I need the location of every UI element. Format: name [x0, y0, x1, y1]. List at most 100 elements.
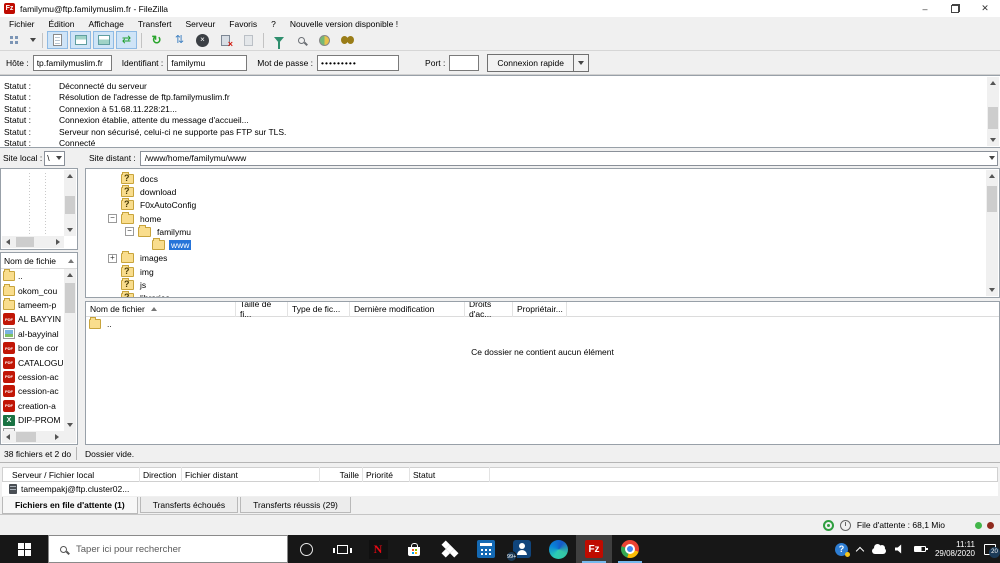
site-manager-dropdown-button[interactable]: [27, 31, 38, 49]
scroll-left-arrow[interactable]: [2, 431, 14, 443]
menu-item[interactable]: Favoris: [222, 19, 264, 29]
refresh-button[interactable]: ↻: [146, 31, 167, 49]
microsoft-store-button[interactable]: [396, 535, 432, 563]
task-view-button[interactable]: [324, 535, 360, 563]
column-header[interactable]: Taille de fi...: [236, 302, 288, 319]
edge-button[interactable]: [540, 535, 576, 563]
queue-column-header[interactable]: Serveur / Fichier local: [9, 467, 140, 482]
menu-item[interactable]: Fichier: [2, 19, 42, 29]
column-header[interactable]: Dernière modification: [350, 302, 465, 317]
netflix-button[interactable]: N: [360, 535, 396, 563]
queue-settings-icon[interactable]: [822, 519, 834, 531]
queue-tab[interactable]: Fichiers en file d'attente (1): [2, 497, 138, 514]
local-file-row[interactable]: creation-a: [1, 399, 65, 413]
remote-tree-item[interactable]: familymu: [86, 224, 999, 238]
vertical-splitter[interactable]: [78, 168, 85, 445]
cancel-button[interactable]: ×: [192, 31, 213, 49]
menu-item[interactable]: Édition: [42, 19, 82, 29]
cortana-button[interactable]: [288, 535, 324, 563]
scroll-up-arrow[interactable]: [64, 269, 76, 281]
scroll-thumb[interactable]: [65, 196, 75, 214]
notification-center-icon[interactable]: 20: [984, 543, 1000, 558]
local-file-row[interactable]: ..: [1, 269, 65, 283]
local-list-hscrollbar[interactable]: [2, 431, 76, 443]
remote-tree-item[interactable]: docs: [86, 171, 999, 185]
scroll-down-arrow[interactable]: [987, 134, 999, 146]
scroll-thumb[interactable]: [16, 432, 36, 442]
tree-expander[interactable]: [125, 227, 134, 237]
password-input[interactable]: [317, 54, 400, 71]
scroll-up-arrow[interactable]: [987, 77, 999, 89]
scroll-right-arrow[interactable]: [52, 236, 64, 248]
site-manager-button[interactable]: [4, 31, 25, 49]
scroll-down-arrow[interactable]: [986, 284, 998, 296]
filezilla-taskbar-button[interactable]: Fz: [576, 535, 612, 563]
battery-icon[interactable]: [913, 546, 928, 552]
scroll-thumb[interactable]: [988, 107, 998, 129]
local-tree-hscrollbar[interactable]: [2, 236, 64, 248]
scroll-up-arrow[interactable]: [986, 170, 998, 182]
quickconnect-dropdown-button[interactable]: [574, 53, 589, 72]
local-file-row[interactable]: al-bayyinal: [1, 327, 65, 341]
scroll-down-arrow[interactable]: [64, 224, 76, 236]
toggle-message-log-button[interactable]: [47, 31, 68, 49]
parent-directory-row[interactable]: ..: [86, 317, 999, 331]
column-header[interactable]: Droits d'ac...: [465, 302, 513, 319]
local-file-row[interactable]: okom_cou: [1, 283, 65, 297]
queue-column-header[interactable]: Direction: [140, 467, 182, 482]
remote-tree-item[interactable]: js: [86, 278, 999, 291]
speed-limits-icon[interactable]: [839, 519, 851, 531]
close-button[interactable]: ✕: [970, 0, 1000, 17]
reconnect-button[interactable]: [238, 31, 259, 49]
remote-tree-item[interactable]: F0xAutoConfig: [86, 198, 999, 212]
volume-icon[interactable]: [894, 544, 902, 554]
menu-item[interactable]: Serveur: [179, 19, 223, 29]
local-file-row[interactable]: cession-ac: [1, 370, 65, 384]
local-file-row[interactable]: CATALOGU: [1, 355, 65, 369]
column-name-header[interactable]: Nom de fichie: [4, 256, 56, 266]
local-file-row[interactable]: cession-ac: [1, 384, 65, 398]
log-scrollbar[interactable]: [987, 77, 999, 146]
scroll-right-arrow[interactable]: [51, 431, 63, 443]
clock[interactable]: 11:11 29/08/2020: [935, 540, 975, 559]
queue-column-header[interactable]: Taille: [320, 467, 363, 482]
column-header[interactable]: Nom de fichier: [86, 302, 236, 317]
filter-button[interactable]: [268, 31, 289, 49]
menu-item[interactable]: ?: [264, 19, 283, 29]
queue-column-header[interactable]: Fichier distant: [182, 467, 320, 482]
restore-button[interactable]: [940, 0, 970, 17]
menu-item[interactable]: Nouvelle version disponible !: [283, 19, 405, 29]
search-files-button[interactable]: [337, 31, 358, 49]
tray-expand-chevron-icon[interactable]: [855, 546, 865, 555]
local-file-row[interactable]: tameem-p: [1, 297, 65, 312]
local-list-header[interactable]: Nom de fichie: [1, 253, 77, 269]
calculator-button[interactable]: [468, 535, 504, 563]
menu-item[interactable]: Transfert: [131, 19, 179, 29]
host-input[interactable]: [32, 54, 112, 71]
people-app-button[interactable]: 99+: [504, 535, 540, 563]
local-file-row[interactable]: DIP-PROM: [1, 413, 65, 427]
queue-column-header[interactable]: Priorité: [363, 467, 410, 482]
remote-tree-item[interactable]: libraries: [86, 291, 999, 297]
column-header[interactable]: Type de fic...: [288, 302, 350, 317]
remote-tree-item[interactable]: images: [86, 251, 999, 265]
remote-site-combo[interactable]: /www/home/familymu/www: [139, 150, 998, 166]
menu-item[interactable]: Affichage: [82, 19, 131, 29]
remote-tree-vscrollbar[interactable]: [986, 170, 998, 296]
toggle-remote-tree-button[interactable]: [93, 31, 114, 49]
scroll-thumb[interactable]: [987, 186, 997, 212]
queue-tab[interactable]: Transferts échoués: [139, 497, 239, 513]
remote-tree-item[interactable]: home: [86, 211, 999, 225]
scroll-thumb[interactable]: [16, 237, 34, 247]
disconnect-button[interactable]: [215, 31, 236, 49]
local-tree-vscrollbar[interactable]: [64, 170, 76, 236]
chrome-button[interactable]: [612, 535, 648, 563]
username-input[interactable]: [167, 54, 248, 71]
get-help-tray-icon[interactable]: ?: [834, 542, 850, 557]
scroll-down-arrow[interactable]: [64, 419, 76, 431]
tree-expander[interactable]: [108, 253, 117, 263]
remote-tree-item[interactable]: download: [86, 184, 999, 198]
scroll-up-arrow[interactable]: [64, 170, 76, 182]
directory-comparison-button[interactable]: [291, 31, 312, 49]
queue-row[interactable]: tameempakj@ftp.cluster02...: [2, 482, 998, 496]
